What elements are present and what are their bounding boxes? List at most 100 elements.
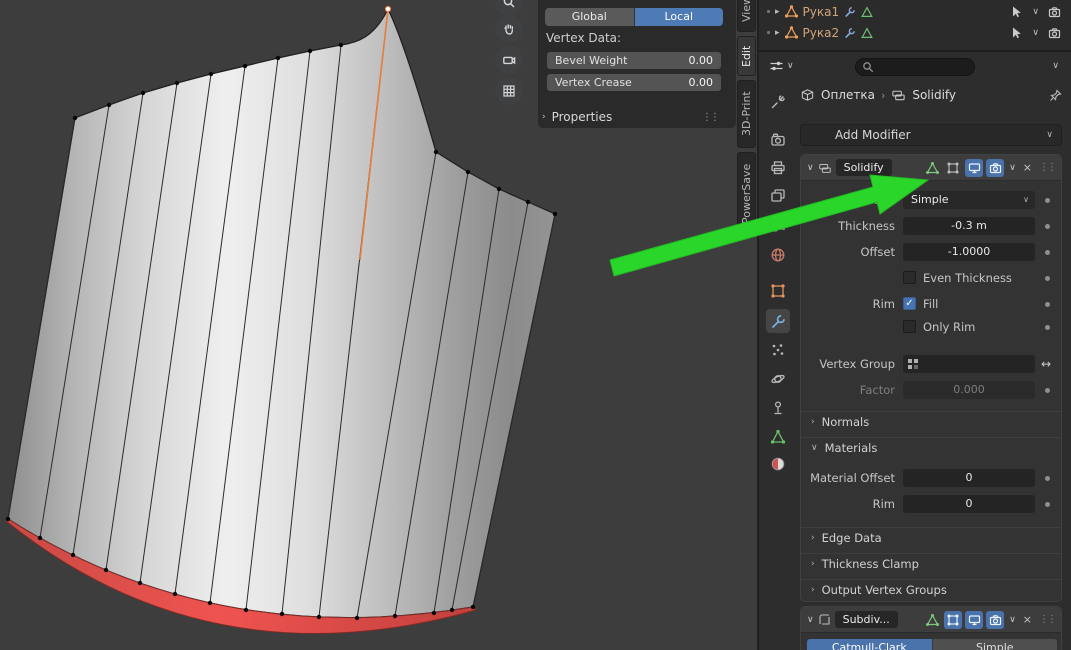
tab-constraints[interactable] <box>766 396 790 420</box>
pin-icon[interactable] <box>1049 89 1062 102</box>
offset-field[interactable]: -1.0000 <box>903 243 1035 261</box>
invert-vertex-group-icon[interactable]: ↔ <box>1041 355 1051 373</box>
tab-object[interactable] <box>766 279 790 303</box>
edit-mode-toggle[interactable] <box>944 159 962 177</box>
editor-type-button[interactable]: ∨ <box>769 59 794 73</box>
even-thickness-checkbox[interactable] <box>903 271 916 284</box>
tab-modifiers[interactable] <box>766 309 790 333</box>
properties-subpanel-header[interactable]: › Properties ⋮⋮ <box>542 108 732 126</box>
only-rim-row: Only Rim <box>801 318 1061 336</box>
animate-dot[interactable] <box>1045 198 1050 203</box>
animate-dot[interactable] <box>1045 388 1050 393</box>
object-name[interactable]: Рука1 <box>803 5 840 19</box>
modifier-wrench-icon <box>844 27 856 39</box>
only-rim-checkbox[interactable] <box>903 320 916 333</box>
object-name[interactable]: Рука2 <box>803 26 840 40</box>
render-display-toggle[interactable] <box>986 159 1004 177</box>
material-icon <box>770 456 786 472</box>
panel-grip-icon[interactable]: ⋮⋮ <box>702 112 732 123</box>
expand-icon[interactable]: ∨ <box>807 615 814 625</box>
output-vertex-groups-subpanel[interactable]: › Output Vertex Groups <box>801 579 1061 599</box>
drag-handle-icon[interactable]: ⋮⋮ <box>1037 162 1055 173</box>
tab-scene[interactable] <box>766 213 790 237</box>
vertex-crease-field[interactable]: Vertex Crease 0.00 <box>547 74 721 91</box>
global-option[interactable]: Global <box>545 8 635 26</box>
bevel-weight-field[interactable]: Bevel Weight 0.00 <box>547 52 721 69</box>
outliner-row[interactable]: ▸ Рука1 ∨ <box>759 1 1071 22</box>
tab-tool[interactable] <box>766 90 790 114</box>
simple-button[interactable]: Simple <box>932 639 1058 650</box>
factor-field[interactable]: 0.000 <box>903 381 1035 399</box>
drag-handle-icon[interactable]: ⋮⋮ <box>1037 614 1055 625</box>
tab-render[interactable] <box>766 128 790 152</box>
render-visibility-icon[interactable] <box>1048 6 1061 18</box>
selectable-pointer-icon[interactable] <box>1012 27 1023 39</box>
extras-dropdown-icon[interactable]: ∨ <box>1007 163 1018 173</box>
breadcrumb-object[interactable]: Оплетка <box>821 88 875 102</box>
tab-object-data[interactable] <box>766 425 790 449</box>
thickness-field[interactable]: -0.3 m <box>903 217 1035 235</box>
on-cage-toggle[interactable] <box>923 159 941 177</box>
zoom-icon <box>502 0 516 9</box>
thickness-clamp-subpanel[interactable]: › Thickness Clamp <box>801 553 1061 573</box>
mode-dropdown[interactable]: Simple ∨ <box>903 191 1035 209</box>
breadcrumb-modifier[interactable]: Solidify <box>912 88 956 102</box>
tab-output[interactable] <box>766 156 790 180</box>
extras-dropdown-icon[interactable]: ∨ <box>1007 615 1018 625</box>
animate-dot[interactable] <box>1045 276 1050 281</box>
catmull-clark-button[interactable]: Catmull-Clark <box>807 639 932 650</box>
animate-dot[interactable] <box>1045 250 1050 255</box>
modifier-name-field[interactable]: Subdiv... <box>835 611 898 628</box>
edge-data-subpanel[interactable]: › Edge Data <box>801 527 1061 547</box>
pan-gizmo[interactable] <box>495 15 523 43</box>
grid-ortho-gizmo[interactable] <box>495 77 523 105</box>
tab-physics[interactable] <box>766 367 790 391</box>
animate-dot[interactable] <box>1045 224 1050 229</box>
images-icon <box>770 188 786 204</box>
tab-powersave[interactable]: PowerSave <box>737 152 756 236</box>
search-input[interactable] <box>855 58 975 76</box>
solidify-modifier-icon <box>891 88 906 102</box>
tab-view[interactable]: View <box>737 0 756 32</box>
animate-dot[interactable] <box>1045 302 1050 307</box>
tab-edit[interactable]: Edit <box>737 36 756 76</box>
rim-material-field[interactable]: 0 <box>903 495 1035 513</box>
tab-material[interactable] <box>766 452 790 476</box>
add-modifier-button[interactable]: Add Modifier ∨ <box>800 124 1062 146</box>
animate-dot[interactable] <box>1045 476 1050 481</box>
expand-icon[interactable]: ∨ <box>807 163 814 173</box>
fill-checkbox[interactable]: ✓ <box>903 297 916 310</box>
vertex-group-field[interactable] <box>903 355 1035 373</box>
expand-icon[interactable]: ▸ <box>775 28 780 38</box>
realtime-display-toggle[interactable] <box>965 611 983 629</box>
edit-mode-icon <box>947 614 959 626</box>
animate-dot[interactable] <box>1045 502 1050 507</box>
tab-particles[interactable] <box>766 338 790 362</box>
modifier-name-field[interactable]: Solidify <box>836 159 892 176</box>
material-offset-field[interactable]: 0 <box>903 469 1035 487</box>
viewport-hide-icon[interactable]: ∨ <box>1032 7 1039 17</box>
mesh-data-icon <box>861 6 873 18</box>
filter-dropdown-icon[interactable]: ∨ <box>1052 61 1059 71</box>
expand-icon[interactable]: ▸ <box>775 7 780 17</box>
normals-subpanel[interactable]: › Normals <box>801 411 1061 431</box>
render-visibility-icon[interactable] <box>1048 27 1061 39</box>
tab-3d-print[interactable]: 3D-Print <box>737 80 756 148</box>
outliner-row[interactable]: ▸ Рука2 ∨ <box>759 22 1071 43</box>
local-option[interactable]: Local <box>635 8 724 26</box>
tab-world[interactable] <box>766 243 790 267</box>
edit-mode-toggle[interactable] <box>944 611 962 629</box>
subdivision-header[interactable]: ∨ Subdiv... <box>801 607 1061 633</box>
viewport-hide-icon[interactable]: ∨ <box>1032 28 1039 38</box>
selectable-pointer-icon[interactable] <box>1012 6 1023 18</box>
solidify-header[interactable]: ∨ Solidify <box>801 155 1061 181</box>
delete-modifier-icon[interactable]: × <box>1021 161 1034 174</box>
animate-dot[interactable] <box>1045 325 1050 330</box>
realtime-display-toggle[interactable] <box>965 159 983 177</box>
on-cage-toggle[interactable] <box>923 611 941 629</box>
render-display-toggle[interactable] <box>986 611 1004 629</box>
delete-modifier-icon[interactable]: × <box>1021 613 1034 626</box>
materials-subpanel[interactable]: ∨ Materials <box>801 437 1061 457</box>
camera-view-gizmo[interactable] <box>495 46 523 74</box>
tab-view-layer[interactable] <box>766 184 790 208</box>
